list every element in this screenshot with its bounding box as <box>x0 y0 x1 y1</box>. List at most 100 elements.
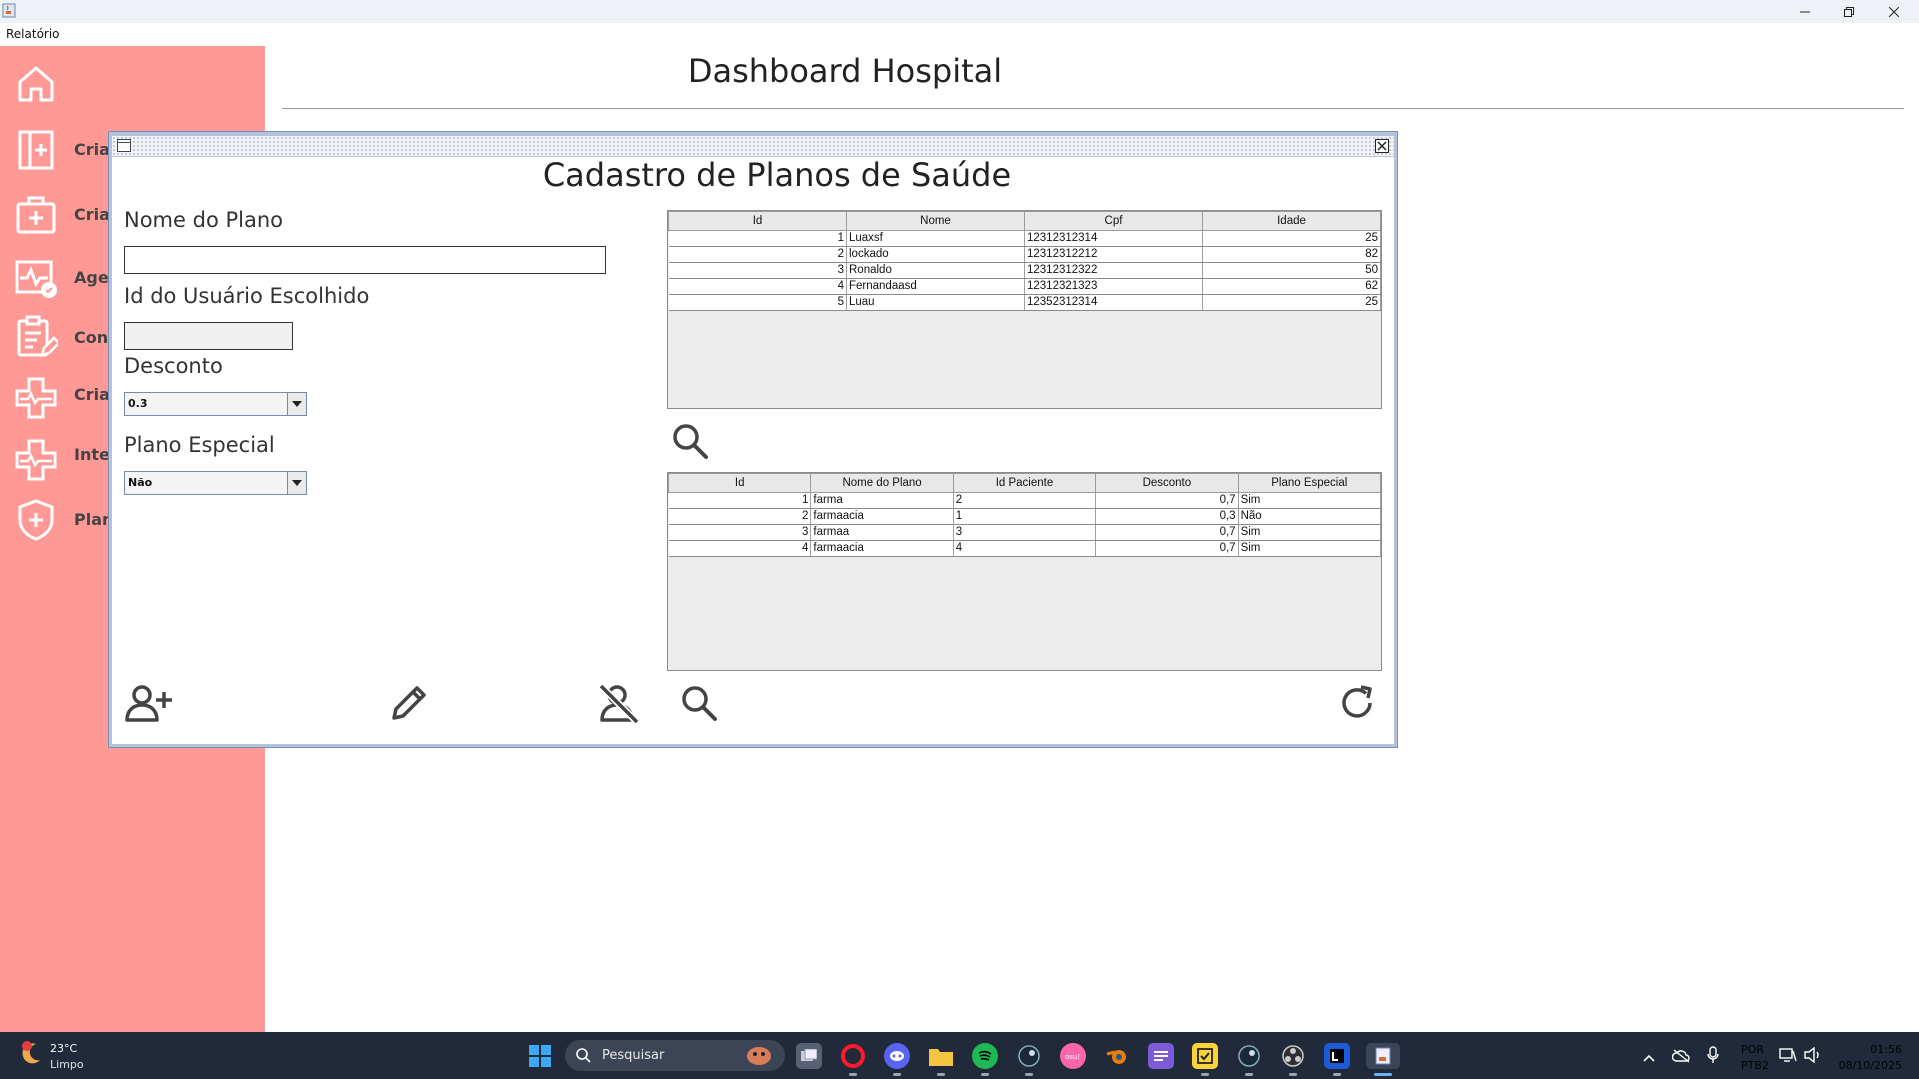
plano-especial-select[interactable]: Não <box>124 471 307 495</box>
cell-nome[interactable]: Ronaldo <box>846 262 1025 279</box>
nome-plano-input[interactable] <box>124 246 606 274</box>
cell-nome-plano[interactable]: farmaacia <box>810 508 954 525</box>
table-row[interactable]: 2 lockado 12312312212 82 <box>668 246 1381 263</box>
cell-id[interactable]: 2 <box>668 508 812 525</box>
cell-id-paciente[interactable]: 1 <box>953 508 1097 525</box>
cell-nome[interactable]: Fernandaasd <box>846 278 1025 295</box>
refresh-button[interactable] <box>1334 680 1380 726</box>
plans-table[interactable]: Id Nome do Plano Id Paciente Desconto Pl… <box>667 472 1382 671</box>
clock-date[interactable]: 08/10/2025 <box>1838 1059 1902 1072</box>
cell-id-paciente[interactable]: 4 <box>953 540 1097 557</box>
table-row[interactable]: 1 farma 2 0,7 Sim <box>668 492 1382 509</box>
cell-id[interactable]: 5 <box>668 294 847 311</box>
cell-id[interactable]: 4 <box>668 278 847 295</box>
cell-id[interactable]: 4 <box>668 540 812 557</box>
clipboard-edit-icon[interactable] <box>14 315 58 359</box>
cell-cpf[interactable]: 12352312314 <box>1024 294 1203 311</box>
table-row[interactable]: 4 farmaacia 4 0,7 Sim <box>668 540 1382 557</box>
cell-desconto[interactable]: 0,3 <box>1095 508 1239 525</box>
users-table[interactable]: Id Nome Cpf Idade 1 Luaxsf 12312312314 2… <box>667 210 1382 409</box>
cell-id[interactable]: 1 <box>668 492 812 509</box>
column-header[interactable]: Idade <box>1202 211 1381 231</box>
column-header[interactable]: Nome do Plano <box>810 473 954 493</box>
cell-cpf[interactable]: 12312312314 <box>1024 230 1203 247</box>
language-indicator[interactable]: POR <box>1741 1043 1764 1056</box>
id-usuario-field[interactable] <box>124 322 293 350</box>
cell-desconto[interactable]: 0,7 <box>1095 540 1239 557</box>
cross-pulse-icon[interactable] <box>14 376 58 420</box>
steam-icon[interactable] <box>1236 1043 1262 1069</box>
cell-idade[interactable]: 25 <box>1202 230 1381 247</box>
search-plans-button[interactable] <box>676 680 722 726</box>
chevron-down-icon[interactable] <box>287 472 306 494</box>
sidebar-item-label[interactable]: Cria <box>74 385 110 404</box>
table-row[interactable]: 3 farmaa 3 0,7 Sim <box>668 524 1382 541</box>
medical-kit-icon[interactable] <box>14 192 58 236</box>
weather-icon[interactable] <box>18 1040 44 1066</box>
steam-icon[interactable] <box>1016 1043 1042 1069</box>
volume-icon[interactable] <box>1804 1046 1822 1067</box>
cell-desconto[interactable]: 0,7 <box>1095 492 1239 509</box>
cell-nome-plano[interactable]: farmaa <box>810 524 954 541</box>
cell-id[interactable]: 3 <box>668 524 812 541</box>
chevron-down-icon[interactable] <box>287 393 306 415</box>
cell-plano-especial[interactable]: Sim <box>1238 524 1382 541</box>
column-header[interactable]: Desconto <box>1095 473 1239 493</box>
cell-cpf[interactable]: 12312312212 <box>1024 246 1203 263</box>
restore-button[interactable] <box>1826 0 1872 23</box>
cell-idade[interactable]: 50 <box>1202 262 1381 279</box>
cell-id[interactable]: 1 <box>668 230 847 247</box>
osu-icon[interactable]: osu! <box>1060 1043 1086 1069</box>
table-row[interactable]: 3 Ronaldo 12312312322 50 <box>668 262 1381 279</box>
blender-icon[interactable] <box>1104 1043 1130 1069</box>
close-icon[interactable] <box>1375 139 1389 153</box>
cell-nome-plano[interactable]: farma <box>810 492 954 509</box>
clock-time[interactable]: 01:56 <box>1862 1043 1902 1056</box>
hospital-building-icon[interactable] <box>14 127 58 171</box>
search-users-button[interactable] <box>668 419 712 463</box>
column-header[interactable]: Id <box>667 473 812 493</box>
column-header[interactable]: Plano Especial <box>1237 473 1382 493</box>
cell-id-paciente[interactable]: 3 <box>953 524 1097 541</box>
delete-plan-button[interactable] <box>594 680 644 726</box>
close-button[interactable] <box>1871 0 1917 23</box>
frame-menu-icon[interactable] <box>117 139 131 152</box>
internal-frame-titlebar[interactable] <box>112 136 1394 156</box>
cell-plano-especial[interactable]: Sim <box>1238 540 1382 557</box>
heart-monitor-icon[interactable] <box>14 256 58 300</box>
cell-cpf[interactable]: 12312312322 <box>1024 262 1203 279</box>
column-header[interactable]: Id Paciente <box>952 473 1097 493</box>
cell-nome[interactable]: Luau <box>846 294 1025 311</box>
network-icon[interactable] <box>1779 1047 1797 1067</box>
discord-icon[interactable] <box>884 1043 910 1069</box>
table-row[interactable]: 5 Luau 12352312314 25 <box>668 294 1381 311</box>
column-header[interactable]: Cpf <box>1024 211 1203 231</box>
cell-plano-especial[interactable]: Não <box>1238 508 1382 525</box>
cloud-offline-icon[interactable] <box>1671 1048 1690 1067</box>
cell-nome[interactable]: Luaxsf <box>846 230 1025 247</box>
cell-id-paciente[interactable]: 2 <box>953 492 1097 509</box>
task-view-icon[interactable] <box>796 1043 822 1069</box>
cell-id[interactable]: 2 <box>668 246 847 263</box>
spotify-icon[interactable] <box>972 1043 998 1069</box>
obs-icon[interactable] <box>1280 1043 1306 1069</box>
desconto-select[interactable]: 0.3 <box>124 392 307 416</box>
keyboard-layout-indicator[interactable]: PTB2 <box>1741 1059 1769 1072</box>
table-row[interactable]: 4 Fernandaasd 12312321323 62 <box>668 278 1381 295</box>
opera-icon[interactable] <box>840 1043 866 1069</box>
edit-plan-button[interactable] <box>384 680 434 726</box>
intellij-icon[interactable] <box>1324 1043 1350 1069</box>
minimize-button[interactable] <box>1782 0 1828 23</box>
cell-nome-plano[interactable]: farmaacia <box>810 540 954 557</box>
sidebar-item-label[interactable]: Inte <box>74 445 110 464</box>
column-header[interactable]: Id <box>668 211 847 231</box>
cell-cpf[interactable]: 12312321323 <box>1024 278 1203 295</box>
notes-app-icon[interactable] <box>1148 1043 1174 1069</box>
cell-desconto[interactable]: 0,7 <box>1095 524 1239 541</box>
cell-nome[interactable]: lockado <box>846 246 1025 263</box>
cell-plano-especial[interactable]: Sim <box>1238 492 1382 509</box>
cell-id[interactable]: 3 <box>668 262 847 279</box>
shield-plus-icon[interactable] <box>14 498 58 542</box>
menu-item-relatorio[interactable]: Relatório <box>6 27 60 41</box>
table-row[interactable]: 1 Luaxsf 12312312314 25 <box>668 230 1381 247</box>
